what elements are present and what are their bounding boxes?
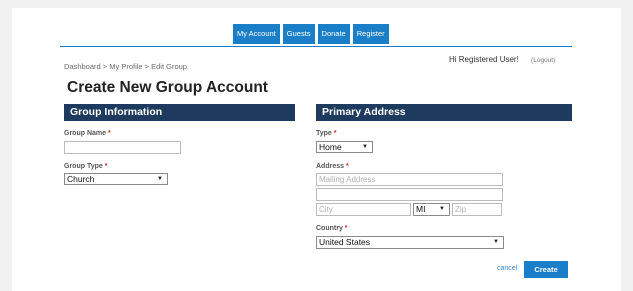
- state-select[interactable]: MI ▼: [413, 203, 450, 216]
- page-title: Create New Group Account: [67, 79, 268, 96]
- address-line2-input[interactable]: [316, 188, 503, 201]
- country-value: United States: [319, 237, 371, 247]
- nav-donate[interactable]: Donate: [317, 24, 350, 44]
- primary-address-header: Primary Address: [316, 104, 572, 121]
- city-input[interactable]: [316, 203, 411, 216]
- chevron-down-icon: ▼: [157, 176, 163, 182]
- user-bar: Hi Registered User! (Logout): [449, 55, 555, 64]
- group-type-value: Church: [67, 174, 95, 184]
- required-marker: *: [345, 163, 349, 170]
- group-type-label: Group Type *: [64, 163, 107, 170]
- address-label: Address *: [316, 163, 349, 170]
- country-select[interactable]: United States ▼: [316, 236, 504, 249]
- required-marker: *: [333, 130, 337, 137]
- logout-link[interactable]: (Logout): [531, 57, 555, 64]
- user-greeting: Hi Registered User!: [449, 55, 519, 64]
- address-type-select[interactable]: Home ▼: [316, 141, 373, 153]
- chevron-down-icon: ▼: [493, 239, 499, 245]
- group-type-label-text: Group Type: [64, 163, 103, 170]
- group-type-select[interactable]: Church ▼: [64, 173, 168, 185]
- header-divider: [60, 46, 572, 47]
- nav-guests[interactable]: Guests: [282, 24, 315, 44]
- top-nav: My Account Guests Donate Register: [233, 24, 389, 44]
- group-name-label-text: Group Name: [64, 130, 107, 137]
- chevron-down-icon: ▼: [439, 206, 445, 212]
- address-type-value: Home: [319, 142, 342, 152]
- address-label-text: Address: [316, 163, 345, 170]
- country-label: Country *: [316, 225, 348, 232]
- required-marker: *: [344, 225, 348, 232]
- nav-register[interactable]: Register: [352, 24, 389, 44]
- type-label-text: Type: [316, 130, 332, 137]
- country-label-text: Country: [316, 225, 343, 232]
- cancel-link[interactable]: cancel: [497, 265, 517, 272]
- required-marker: *: [107, 130, 111, 137]
- nav-my-account[interactable]: My Account: [233, 24, 280, 44]
- mailing-address-input[interactable]: [316, 173, 503, 186]
- state-value: MI: [416, 204, 426, 214]
- breadcrumb[interactable]: Dashboard > My Profile > Edit Group: [64, 62, 187, 71]
- group-name-label: Group Name *: [64, 130, 111, 137]
- group-name-input[interactable]: [64, 141, 181, 154]
- chevron-down-icon: ▼: [362, 144, 368, 150]
- create-button[interactable]: Create: [524, 261, 568, 278]
- type-label: Type *: [316, 130, 337, 137]
- required-marker: *: [104, 163, 108, 170]
- group-information-header: Group Information: [64, 104, 295, 121]
- zip-input[interactable]: [452, 203, 502, 216]
